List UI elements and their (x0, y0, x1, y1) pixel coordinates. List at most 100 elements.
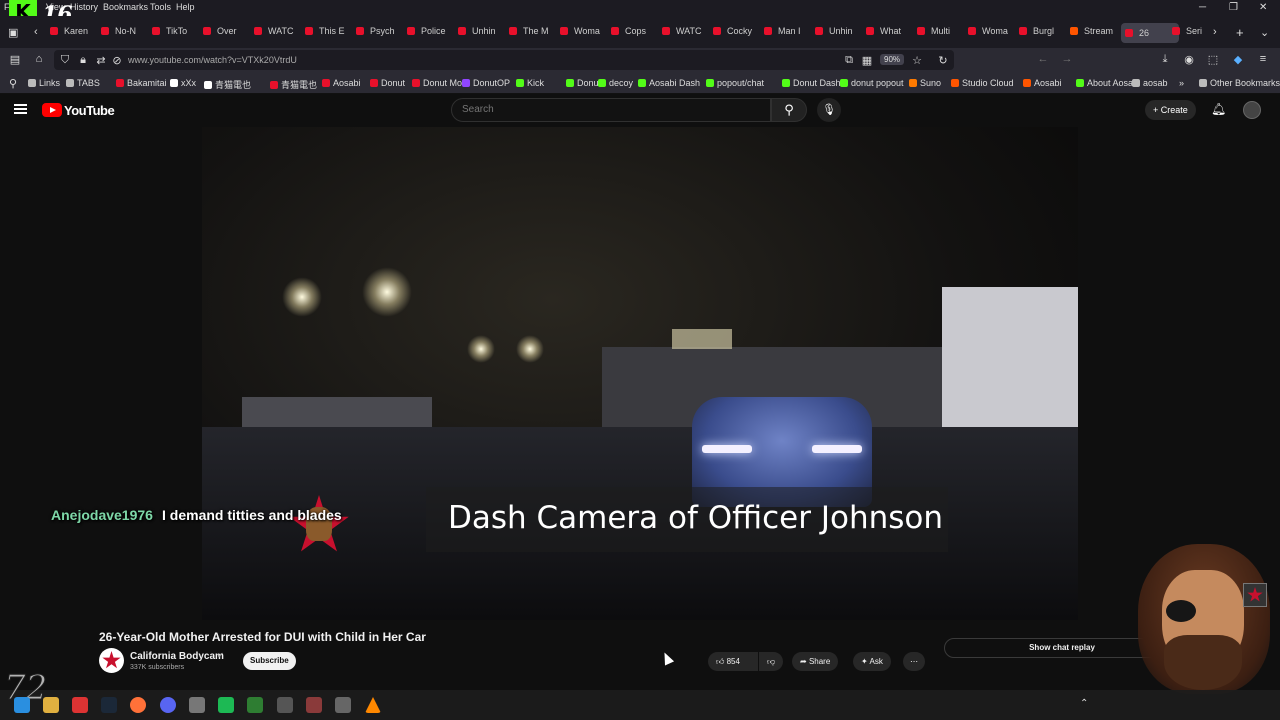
account-icon[interactable]: ◉ (1182, 53, 1196, 66)
tab-scroll-left-icon[interactable]: ‹ (34, 26, 38, 38)
search-icon[interactable]: ⚲ (771, 98, 807, 122)
browser-tab[interactable]: Over (203, 26, 249, 44)
bookmark-item[interactable]: Donut Mod (412, 78, 467, 88)
discord-icon[interactable] (160, 697, 176, 713)
bookmark-item[interactable]: Links (28, 78, 60, 88)
firefox-icon[interactable] (130, 697, 146, 713)
tab-list-icon[interactable]: ▣ (8, 26, 18, 39)
share-button[interactable]: ➦ Share (792, 652, 839, 671)
mute-icon[interactable]: ⊘ (110, 54, 124, 67)
channel-avatar[interactable] (99, 648, 124, 673)
subscribe-button[interactable]: Subscribe (243, 652, 296, 670)
shield-icon[interactable]: ⛉ (58, 54, 72, 67)
menu-bookmarks[interactable]: Bookmarks (103, 2, 148, 12)
bookmarks-toolbar-icon[interactable]: ⚲ (6, 77, 20, 90)
app-icon[interactable] (72, 697, 88, 713)
downloads-icon[interactable]: ⤓ (1158, 53, 1172, 66)
youtube-wordmark[interactable]: YouTube (64, 103, 115, 118)
app-icon[interactable] (218, 697, 234, 713)
browser-tab[interactable]: Cocky (713, 26, 759, 44)
start-icon[interactable] (14, 697, 30, 713)
reload-icon[interactable]: ↻ (936, 54, 950, 67)
youtube-logo-icon[interactable] (42, 103, 62, 117)
browser-tab[interactable]: Psych (356, 26, 402, 44)
browser-tab[interactable]: The M (509, 26, 555, 44)
browser-tab[interactable]: Multi (917, 26, 963, 44)
app-icon[interactable] (277, 697, 293, 713)
menu-help[interactable]: Help (176, 2, 195, 12)
menu-history[interactable]: History (70, 2, 98, 12)
browser-tab[interactable]: Seri (1172, 26, 1218, 44)
file-explorer-icon[interactable] (43, 697, 59, 713)
tray-expand-icon[interactable]: ⌃ (1080, 698, 1088, 709)
tab-scroll-right-icon[interactable]: › (1213, 26, 1217, 38)
dislike-button[interactable]: 👎︎ (759, 652, 783, 671)
app-icon[interactable] (335, 697, 351, 713)
browser-tab[interactable]: 26 (1121, 23, 1179, 43)
browser-tab[interactable]: Police (407, 26, 453, 44)
browser-tab[interactable]: WATC (254, 26, 300, 44)
microphone-icon[interactable]: 🎙︎ (817, 98, 841, 122)
bookmark-item[interactable]: Donut Dash (782, 78, 841, 88)
browser-tab[interactable]: Stream (1070, 26, 1116, 44)
tab-overflow-icon[interactable]: ⌄ (1260, 26, 1269, 39)
bookmark-item[interactable]: TABS (66, 78, 100, 88)
zoom-level[interactable]: 90% (880, 54, 905, 65)
permissions-icon[interactable]: ⇄ (94, 54, 108, 67)
bookmark-item[interactable]: Suno (909, 78, 941, 88)
bookmark-item[interactable]: Aosabi Dash (638, 78, 700, 88)
app-icon[interactable] (247, 697, 263, 713)
browser-tab[interactable]: Unhin (458, 26, 504, 44)
browser-tab[interactable]: Woma (968, 26, 1014, 44)
bookmark-item[interactable]: donut popout (840, 78, 904, 88)
close-window-icon[interactable]: ✕ (1259, 2, 1267, 13)
browser-tab[interactable]: TikTo (152, 26, 198, 44)
new-tab-icon[interactable]: + (1236, 25, 1244, 40)
search-input[interactable] (462, 104, 752, 115)
browser-tab[interactable]: Cops (611, 26, 657, 44)
bookmark-item[interactable]: Studio Cloud (951, 78, 1014, 88)
bookmark-item[interactable]: Aosabi (322, 78, 361, 88)
extensions-icon[interactable]: ⬚ (1206, 53, 1220, 66)
reader-view-icon[interactable]: ▦ (860, 54, 874, 67)
app-menu-icon[interactable]: ≡ (1256, 53, 1270, 65)
guide-menu-icon[interactable] (14, 104, 27, 114)
back-icon[interactable]: ← (1036, 53, 1050, 65)
bookmark-item[interactable]: Kick (516, 78, 544, 88)
extension-active-icon[interactable]: ◆ (1231, 53, 1245, 66)
bookmark-item[interactable]: popout/chat (706, 78, 764, 88)
bookmark-item[interactable]: Aosabi (1023, 78, 1062, 88)
account-avatar[interactable] (1243, 101, 1261, 119)
bookmark-item[interactable]: 青猫電也 (204, 78, 251, 91)
ask-button[interactable]: ✦ Ask (853, 652, 891, 671)
bookmark-item[interactable]: DonutOP (462, 78, 510, 88)
video-player[interactable]: Dash Camera of Officer Johnson (202, 127, 1078, 620)
bookmark-item[interactable]: aosab (1132, 78, 1168, 88)
bookmark-item[interactable]: Donut (566, 78, 601, 88)
home-icon[interactable]: ⌂ (32, 53, 46, 65)
browser-tab[interactable]: Burgl (1019, 26, 1065, 44)
bookmark-item[interactable]: 青猫電也 (270, 78, 317, 91)
bookmark-item[interactable]: Other Bookmarks (1199, 78, 1280, 88)
lock-icon[interactable]: 🔒︎ (76, 54, 90, 67)
picture-in-picture-icon[interactable]: ⧉ (842, 54, 856, 67)
minimize-icon[interactable]: ─ (1199, 2, 1206, 13)
more-actions-icon[interactable]: ⋯ (903, 652, 925, 671)
steam-icon[interactable] (101, 697, 117, 713)
browser-tab[interactable]: Woma (560, 26, 606, 44)
forward-icon[interactable]: → (1060, 53, 1074, 65)
channel-name[interactable]: California Bodycam (130, 651, 224, 662)
bookmarks-overflow-icon[interactable]: » (1179, 78, 1184, 88)
restore-icon[interactable]: ❐ (1229, 2, 1238, 13)
bookmark-item[interactable]: Bakamitai (116, 78, 167, 88)
url-text[interactable]: www.youtube.com/watch?v=VTXk20VtrdU (128, 55, 297, 65)
browser-tab[interactable]: Karen (50, 26, 96, 44)
create-button[interactable]: + Create (1145, 100, 1196, 120)
menu-tools[interactable]: Tools (150, 2, 171, 12)
bookmark-item[interactable]: decoy (598, 78, 633, 88)
bookmark-item[interactable]: Donut (370, 78, 405, 88)
bookmark-item[interactable]: About Aosabi (1076, 78, 1140, 88)
browser-tab[interactable]: No-N (101, 26, 147, 44)
address-bar[interactable]: ⛉ 🔒︎ ⇄ ⊘ www.youtube.com/watch?v=VTXk20V… (54, 50, 954, 70)
search-box[interactable] (451, 98, 771, 122)
